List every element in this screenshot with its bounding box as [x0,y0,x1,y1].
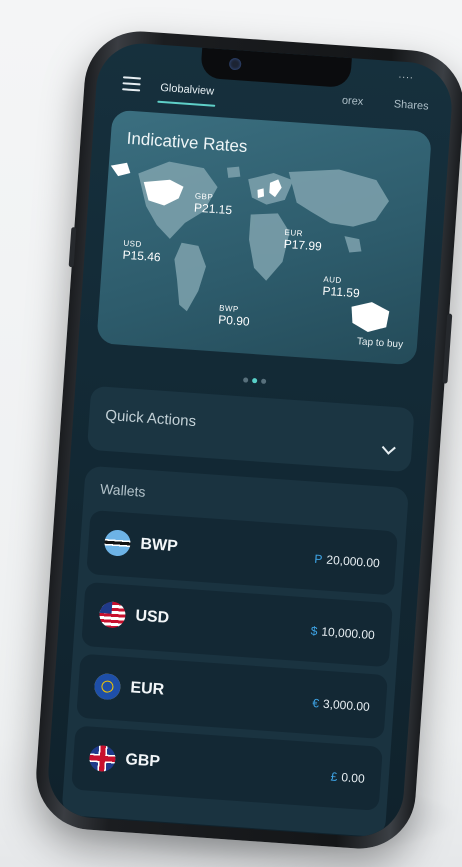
wallet-amount: €3,000.00 [312,696,370,714]
quick-actions-label: Quick Actions [104,406,197,431]
rate-eur: EUR P17.99 [283,228,323,254]
wallet-code: EUR [129,679,165,699]
currency-symbol: £ [330,769,338,784]
rate-value: P11.59 [322,283,361,301]
rate-usd: USD P15.46 [122,239,162,265]
active-tab-indicator [157,100,216,107]
usa-flag-icon [98,600,127,629]
wallet-row-eur[interactable]: EUR €3,000.00 [76,653,388,740]
tab-shares[interactable]: Shares [393,98,429,112]
rate-value: P17.99 [283,236,323,254]
uk-flag-icon [88,744,117,773]
pager-dot[interactable] [242,377,248,383]
wallet-row-bwp[interactable]: BWP P 20,000.00 [86,510,398,596]
rate-value: P0.90 [217,312,251,329]
wallet-row-usd[interactable]: USD $10,000.00 [81,581,393,668]
wallet-code: BWP [139,535,179,556]
rate-gbp: GBP P21.15 [194,192,234,218]
currency-symbol: P [313,551,323,567]
rate-bwp: BWP P0.90 [218,304,251,329]
amount-value: 0.00 [340,770,366,786]
rate-value: P15.46 [122,247,162,265]
chevron-down-icon[interactable] [381,440,396,455]
wallet-amount: $10,000.00 [310,624,375,642]
amount-value: 10,000.00 [320,624,376,643]
wallet-amount: P 20,000.00 [314,552,380,571]
pager-dot-active[interactable] [251,377,257,384]
currency-symbol: € [311,696,320,711]
quick-actions-panel[interactable]: Quick Actions [86,385,415,473]
wallet-amount: £0.00 [330,769,365,785]
wallet-code: GBP [124,751,161,771]
pager-dot[interactable] [260,378,266,384]
botswana-flag-icon [103,529,132,557]
phone-device: .... Globalview orex Shares Indicative R… [32,27,462,853]
tab-forex[interactable]: orex [341,95,363,108]
app-screen: .... Globalview orex Shares Indicative R… [45,40,455,840]
currency-symbol: $ [310,623,318,639]
amount-value: 20,000.00 [325,552,381,571]
wallet-code: USD [134,607,170,627]
indicative-rates-card[interactable]: Indicative Rates GBP P21.15 USD P15.46 E… [96,109,432,366]
rate-value: P21.15 [193,200,233,218]
menu-icon[interactable] [122,76,142,92]
camera-icon [228,57,242,71]
wallet-row-gbp[interactable]: GBP £0.00 [71,725,383,811]
amount-value: 3,000.00 [322,696,371,714]
wallets-title: Wallets [99,480,147,500]
wallets-panel: Wallets BWP P 20,000.00 USD $10,000.00 EU… [61,465,410,838]
signal-icon: .... [398,69,415,82]
tab-globalview[interactable]: Globalview [160,82,215,98]
rate-aud: AUD P11.59 [322,275,361,301]
eu-flag-icon [93,672,122,701]
